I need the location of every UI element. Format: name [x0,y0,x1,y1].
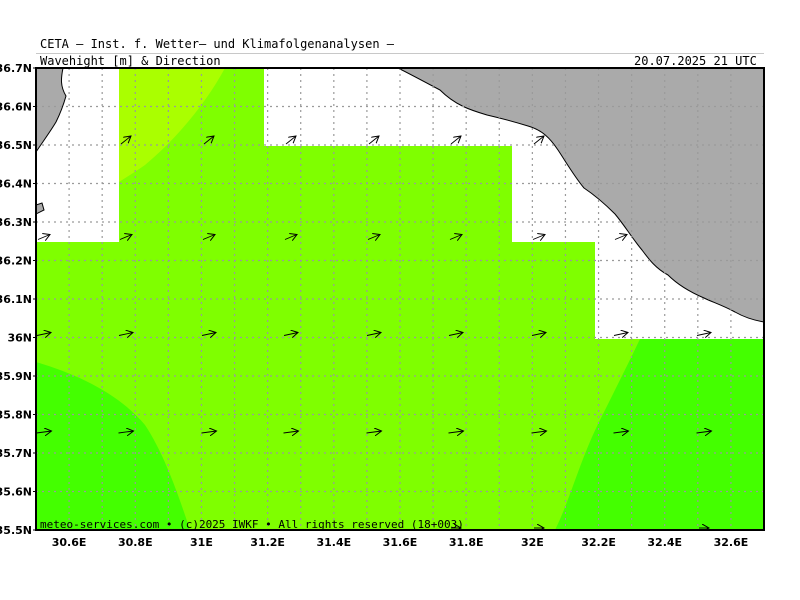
latitude-label: 35.5N [0,524,32,537]
longitude-label: 32.6E [714,536,749,549]
longitude-label: 32.2E [581,536,616,549]
latitude-label: 35.9N [0,370,32,383]
longitude-label: 31.4E [316,536,351,549]
latitude-label: 35.8N [0,409,32,422]
latitude-label: 36.7N [0,62,32,75]
latitude-label: 35.7N [0,447,32,460]
copyright-text: meteo-services.com • (c)2025 IWKF • All … [40,518,464,531]
longitude-label: 31.8E [449,536,484,549]
latitude-label: 36N [7,332,32,345]
latitude-label: 36.2N [0,255,32,268]
latitude-label: 36.1N [0,293,32,306]
longitude-labels: 30.6E 30.8E 31E 31.2E 31.4E 31.6E 31.8E 32E 32.2… [52,536,748,549]
longitude-label: 31.6E [383,536,418,549]
longitude-label: 32E [521,536,544,549]
longitude-label: 32.4E [647,536,682,549]
latitude-labels: 36.7N 36.6N 36.5N 36.4N 36.3N 36.2N 36.1N 36N 35… [0,62,36,537]
latitude-label: 36.5N [0,139,32,152]
wave-height-map: meteo-services.com • (c)2025 IWKF • All … [0,62,765,549]
longitude-label: 31E [190,536,213,549]
latitude-label: 36.6N [0,101,32,114]
latitude-label: 36.3N [0,216,32,229]
latitude-label: 36.4N [0,178,32,191]
longitude-label: 30.8E [118,536,153,549]
longitude-label: 30.6E [52,536,87,549]
longitude-label: 31.2E [250,536,285,549]
latitude-label: 35.6N [0,486,32,499]
